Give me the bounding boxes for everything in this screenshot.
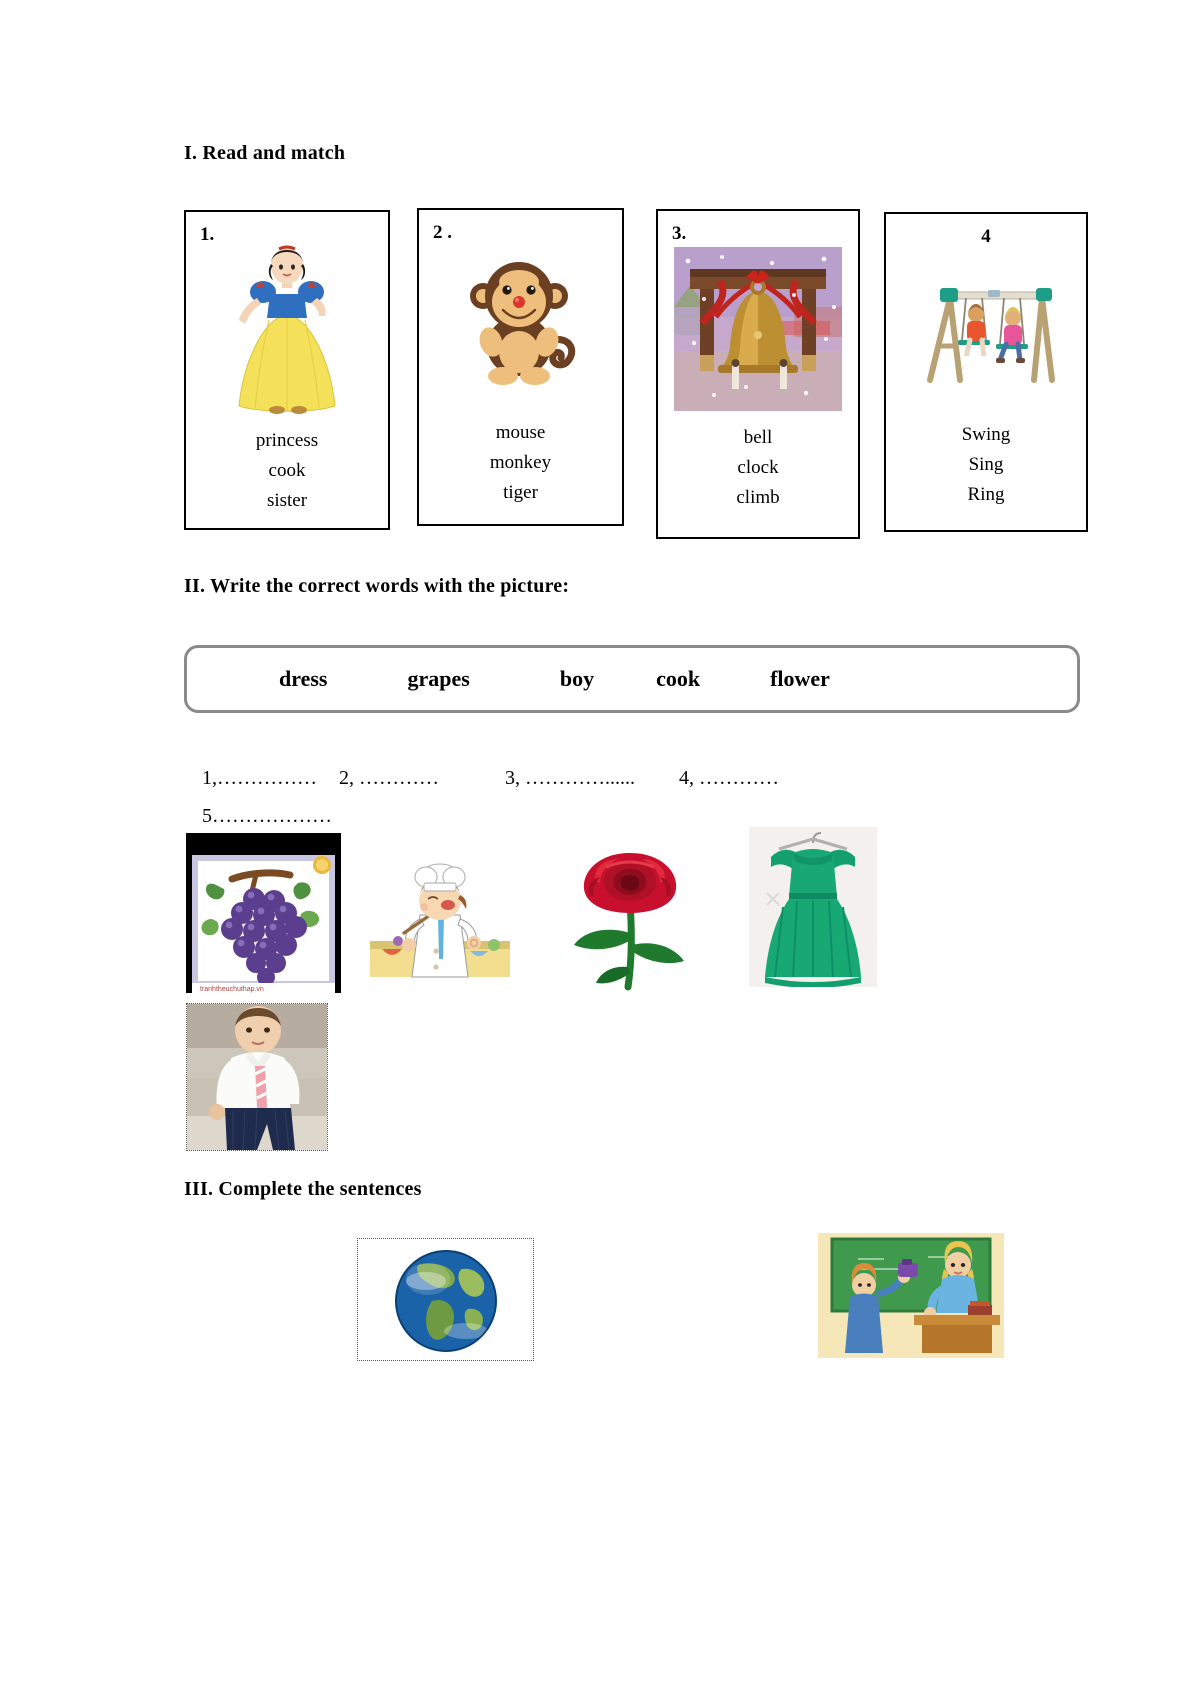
word-bank-item-flower[interactable]: flower bbox=[770, 666, 830, 692]
card-3-option-3[interactable]: climb bbox=[658, 483, 858, 513]
card-2-number: 2 . bbox=[433, 222, 452, 243]
match-card-1[interactable]: 1. princess cook sister bbox=[184, 210, 390, 530]
word-bank-item-grapes[interactable]: grapes bbox=[408, 666, 470, 692]
dress-picture bbox=[749, 827, 877, 987]
answer-line-3-blank[interactable]: …………...... bbox=[520, 767, 635, 790]
match-card-2[interactable]: 2 . mouse monkey tiger bbox=[417, 208, 624, 526]
answer-line-4-label: 4, bbox=[679, 767, 694, 789]
card-3-option-1[interactable]: bell bbox=[658, 423, 858, 453]
word-bank-item-boy[interactable]: boy bbox=[560, 666, 594, 692]
cook-picture bbox=[364, 855, 516, 983]
swing-image bbox=[886, 254, 1086, 404]
word-bank-box: dress grapes boy cook flower bbox=[184, 645, 1080, 713]
answer-line-5-label: 5 bbox=[202, 805, 212, 827]
match-card-3[interactable]: 3. bell clock climb bbox=[656, 209, 860, 539]
card-4-number: 4 bbox=[981, 226, 991, 247]
card-2-option-3[interactable]: tiger bbox=[419, 478, 622, 508]
card-4-option-3[interactable]: Ring bbox=[886, 480, 1086, 510]
flower-picture bbox=[556, 841, 706, 991]
section-1-heading: I. Read and match bbox=[184, 142, 346, 164]
section-3-heading: III. Complete the sentences bbox=[184, 1178, 422, 1200]
card-4-option-1[interactable]: Swing bbox=[886, 420, 1086, 450]
word-bank-item-dress[interactable]: dress bbox=[279, 666, 328, 692]
classroom-picture bbox=[818, 1233, 1004, 1358]
bell-image bbox=[658, 245, 858, 411]
globe-picture bbox=[357, 1238, 534, 1361]
worksheet-page: I. Read and match 1. princess cook siste… bbox=[0, 0, 1200, 1697]
card-1-option-1[interactable]: princess bbox=[186, 426, 388, 456]
answer-line-5-blank[interactable]: ……………… bbox=[212, 805, 332, 828]
answer-line-4-blank[interactable]: ………… bbox=[694, 767, 779, 790]
match-card-4[interactable]: 4 Swing Sing Ring bbox=[884, 212, 1088, 532]
monkey-toy-image bbox=[419, 246, 622, 396]
answer-line-2-blank[interactable]: ………… bbox=[354, 767, 439, 790]
card-2-option-2[interactable]: monkey bbox=[419, 448, 622, 478]
card-3-option-2[interactable]: clock bbox=[658, 453, 858, 483]
card-3-number: 3. bbox=[672, 223, 687, 244]
section-2-heading: II. Write the correct words with the pic… bbox=[184, 575, 570, 597]
card-3-options[interactable]: bell clock climb bbox=[658, 423, 858, 513]
card-4-options[interactable]: Swing Sing Ring bbox=[886, 420, 1086, 510]
princess-image bbox=[186, 238, 388, 418]
card-1-options[interactable]: princess cook sister bbox=[186, 426, 388, 516]
card-4-option-2[interactable]: Sing bbox=[886, 450, 1086, 480]
word-bank-item-cook[interactable]: cook bbox=[656, 666, 700, 692]
boy-picture bbox=[186, 1003, 328, 1151]
svg-text:tranhtheuchuthap.vn: tranhtheuchuthap.vn bbox=[200, 986, 264, 993]
card-2-option-1[interactable]: mouse bbox=[419, 418, 622, 448]
card-1-option-3[interactable]: sister bbox=[186, 486, 388, 516]
answer-line-2-label: 2, bbox=[339, 767, 354, 789]
answer-line-3-label: 3, bbox=[505, 767, 520, 789]
grapes-picture: tranhtheuchuthap.vn bbox=[186, 833, 341, 993]
card-1-option-2[interactable]: cook bbox=[186, 456, 388, 486]
card-2-options[interactable]: mouse monkey tiger bbox=[419, 418, 622, 508]
